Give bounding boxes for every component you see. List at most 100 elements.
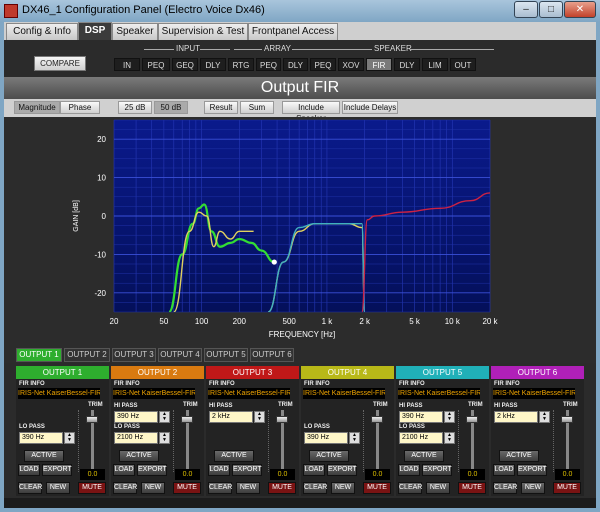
dsp-block-lim-button[interactable]: LIM <box>422 58 448 71</box>
export-button[interactable]: EXPORT <box>137 464 167 476</box>
new-button[interactable]: NEW <box>426 482 450 494</box>
mute-button[interactable]: MUTE <box>553 482 581 494</box>
minimize-button[interactable]: – <box>514 1 538 18</box>
title-bar[interactable]: DX46_1 Configuration Panel (Electro Voic… <box>0 0 600 22</box>
compare-button[interactable]: COMPARE <box>34 56 86 71</box>
mute-button[interactable]: MUTE <box>363 482 391 494</box>
phase-button[interactable]: Phase <box>60 101 100 114</box>
active-button[interactable]: ACTIVE <box>214 450 254 462</box>
mute-button[interactable]: MUTE <box>458 482 486 494</box>
tab-config-info[interactable]: Config & Info <box>6 23 78 40</box>
dsp-block-dly-button[interactable]: DLY <box>283 58 308 71</box>
lo-pass-spinner[interactable]: 390 Hz ▲ ▼ <box>19 432 75 444</box>
spin-arrows-icon[interactable]: ▲ ▼ <box>159 432 170 444</box>
lo-pass-value[interactable]: 2100 Hz <box>114 432 158 444</box>
spin-arrows-icon[interactable]: ▲ ▼ <box>444 432 455 444</box>
lo-pass-value[interactable]: 2100 Hz <box>399 432 443 444</box>
maximize-button[interactable]: □ <box>539 1 563 18</box>
clear-button[interactable]: CLEAR <box>208 482 232 494</box>
tab-dsp[interactable]: DSP <box>78 22 112 40</box>
include-speaker-button[interactable]: Include Speaker <box>282 101 340 123</box>
hi-pass-spinner[interactable]: 2 kHz ▲ ▼ <box>494 411 550 423</box>
output-tab-5[interactable]: OUTPUT 5 <box>204 348 248 362</box>
hi-pass-spinner[interactable]: 2 kHz ▲ ▼ <box>209 411 265 423</box>
dsp-block-in-button[interactable]: IN <box>114 58 140 71</box>
load-button[interactable]: LOAD <box>18 464 40 476</box>
output-tab-3[interactable]: OUTPUT 3 <box>112 348 156 362</box>
trim-fader-knob[interactable] <box>276 416 288 423</box>
result-button[interactable]: Result <box>204 101 238 114</box>
hi-pass-value[interactable]: 2 kHz <box>494 411 538 423</box>
hi-pass-value[interactable]: 2 kHz <box>209 411 253 423</box>
clear-button[interactable]: CLEAR <box>303 482 327 494</box>
hi-pass-spinner[interactable]: 390 Hz ▲ ▼ <box>114 411 170 423</box>
magnitude-button[interactable]: Magnitude <box>14 101 60 114</box>
close-button[interactable]: ✕ <box>564 1 596 18</box>
spin-arrows-icon[interactable]: ▲ ▼ <box>159 411 170 423</box>
hi-pass-value[interactable]: 390 Hz <box>114 411 158 423</box>
load-button[interactable]: LOAD <box>303 464 325 476</box>
output-tab-1[interactable]: OUTPUT 1 <box>16 348 62 362</box>
dsp-block-peq-button[interactable]: PEQ <box>310 58 336 71</box>
dsp-block-dly-button[interactable]: DLY <box>200 58 226 71</box>
load-button[interactable]: LOAD <box>208 464 230 476</box>
sum-button[interactable]: Sum <box>240 101 274 114</box>
new-button[interactable]: NEW <box>236 482 260 494</box>
active-button[interactable]: ACTIVE <box>119 450 159 462</box>
scale-50db-button[interactable]: 50 dB <box>154 101 188 114</box>
tab-frontpanel-access[interactable]: Frontpanel Access <box>248 23 338 40</box>
trim-fader-knob[interactable] <box>561 416 573 423</box>
new-button[interactable]: NEW <box>46 482 70 494</box>
spin-arrows-icon[interactable]: ▲ ▼ <box>349 432 360 444</box>
hi-pass-spinner[interactable]: 390 Hz ▲ ▼ <box>399 411 455 423</box>
active-button[interactable]: ACTIVE <box>309 450 349 462</box>
clear-button[interactable]: CLEAR <box>113 482 137 494</box>
clear-button[interactable]: CLEAR <box>493 482 517 494</box>
spin-arrows-icon[interactable]: ▲ ▼ <box>254 411 265 423</box>
export-button[interactable]: EXPORT <box>517 464 547 476</box>
new-button[interactable]: NEW <box>141 482 165 494</box>
active-button[interactable]: ACTIVE <box>24 450 64 462</box>
export-button[interactable]: EXPORT <box>327 464 357 476</box>
dsp-block-dly-button[interactable]: DLY <box>394 58 420 71</box>
clear-button[interactable]: CLEAR <box>18 482 42 494</box>
trim-fader-knob[interactable] <box>181 416 193 423</box>
dsp-block-rtg-button[interactable]: RTG <box>228 58 254 71</box>
spin-arrows-icon[interactable]: ▲ ▼ <box>64 432 75 444</box>
spin-arrows-icon[interactable]: ▲ ▼ <box>444 411 455 423</box>
dsp-block-out-button[interactable]: OUT <box>450 58 476 71</box>
crossover-marker[interactable] <box>271 259 277 265</box>
frequency-response-chart[interactable]: 20100-10-2020 50 100 200 500 1 k2 k5 k 10 k 20 … <box>4 117 596 343</box>
dsp-block-geq-button[interactable]: GEQ <box>172 58 198 71</box>
dsp-block-fir-button[interactable]: FIR <box>366 58 392 71</box>
lo-pass-spinner[interactable]: 2100 Hz ▲ ▼ <box>114 432 170 444</box>
dsp-block-peq-button[interactable]: PEQ <box>142 58 170 71</box>
export-button[interactable]: EXPORT <box>232 464 262 476</box>
load-button[interactable]: LOAD <box>398 464 420 476</box>
clear-button[interactable]: CLEAR <box>398 482 422 494</box>
trim-fader-knob[interactable] <box>371 416 383 423</box>
new-button[interactable]: NEW <box>521 482 545 494</box>
lo-pass-value[interactable]: 390 Hz <box>304 432 348 444</box>
tab-supervision-test[interactable]: Supervision & Test <box>158 23 248 40</box>
mute-button[interactable]: MUTE <box>173 482 201 494</box>
hi-pass-value[interactable]: 390 Hz <box>399 411 443 423</box>
tab-speaker[interactable]: Speaker <box>112 23 158 40</box>
output-tab-2[interactable]: OUTPUT 2 <box>64 348 110 362</box>
dsp-block-xov-button[interactable]: XOV <box>338 58 364 71</box>
load-button[interactable]: LOAD <box>113 464 135 476</box>
trim-fader-knob[interactable] <box>86 416 98 423</box>
trim-fader-knob[interactable] <box>466 416 478 423</box>
scale-25db-button[interactable]: 25 dB <box>118 101 152 114</box>
spin-arrows-icon[interactable]: ▲ ▼ <box>539 411 550 423</box>
mute-button[interactable]: MUTE <box>78 482 106 494</box>
export-button[interactable]: EXPORT <box>42 464 72 476</box>
active-button[interactable]: ACTIVE <box>404 450 444 462</box>
mute-button[interactable]: MUTE <box>268 482 296 494</box>
include-delays-button[interactable]: Include Delays <box>342 101 398 114</box>
output-tab-6[interactable]: OUTPUT 6 <box>250 348 294 362</box>
output-tab-4[interactable]: OUTPUT 4 <box>158 348 202 362</box>
new-button[interactable]: NEW <box>331 482 355 494</box>
lo-pass-spinner[interactable]: 2100 Hz ▲ ▼ <box>399 432 455 444</box>
load-button[interactable]: LOAD <box>493 464 515 476</box>
